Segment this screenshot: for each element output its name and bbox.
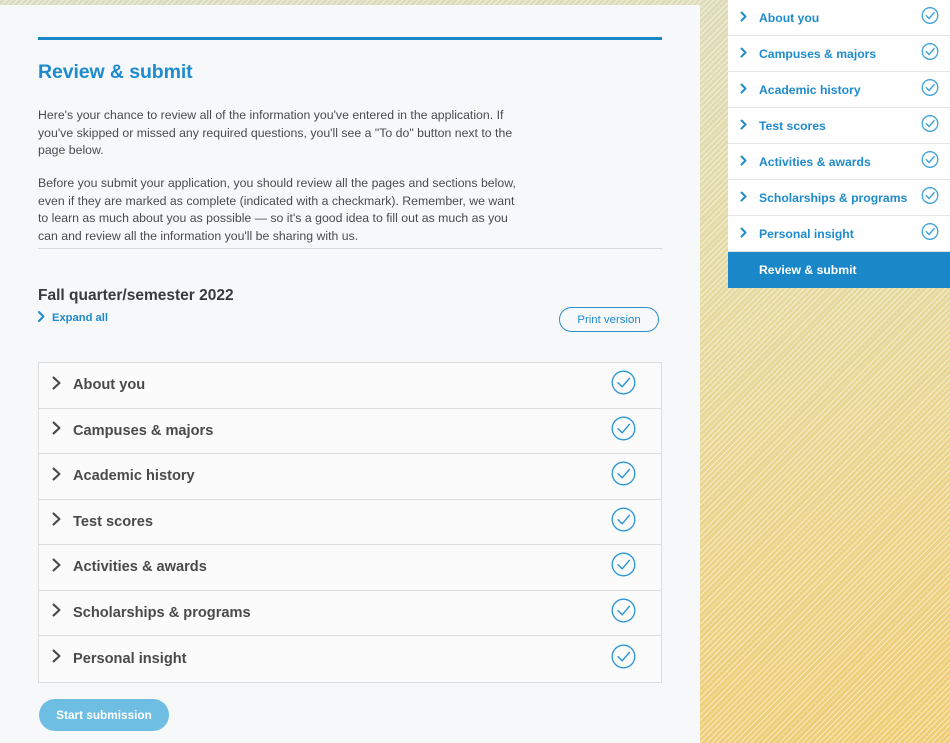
accordion-row-label: Activities & awards <box>73 559 207 576</box>
sidebar-item-label: Personal insight <box>759 226 854 241</box>
sidebar-item-label: Review & submit <box>759 263 857 277</box>
check-circle-icon <box>921 114 939 137</box>
check-circle-icon <box>921 42 939 65</box>
intro-paragraph-2: Before you submit your application, you … <box>38 176 516 243</box>
accordion-row[interactable]: Activities & awards <box>39 545 661 591</box>
start-submission-button[interactable]: Start submission <box>39 699 169 731</box>
sidebar-item-label: Activities & awards <box>759 154 871 169</box>
chevron-right-icon <box>740 81 750 99</box>
accordion-row-label: Campuses & majors <box>73 422 214 439</box>
check-circle-icon <box>611 552 636 582</box>
expand-all-link[interactable]: Expand all <box>38 311 108 325</box>
chevron-right-icon <box>740 9 750 27</box>
sidebar-item-label: About you <box>759 10 820 25</box>
check-circle-icon <box>921 150 939 173</box>
sidebar-item-label: Scholarships & programs <box>759 190 908 205</box>
sidebar-item-scholarships-programs[interactable]: Scholarships & programs <box>728 180 950 216</box>
term-heading: Fall quarter/semester 2022 <box>38 286 234 304</box>
chevron-right-icon <box>740 225 750 243</box>
check-circle-icon <box>921 78 939 101</box>
accordion-row-label: Academic history <box>73 468 195 485</box>
sidebar-item-campuses-majors[interactable]: Campuses & majors <box>728 36 950 72</box>
review-accordion: About you Campuses & majors Academic histo… <box>38 362 662 683</box>
section-nav-sidebar: About you Campuses & majors Academic histo… <box>728 0 950 288</box>
accordion-row[interactable]: Personal insight <box>39 636 661 682</box>
chevron-right-icon <box>52 558 66 577</box>
sidebar-item-about-you[interactable]: About you <box>728 0 950 36</box>
check-circle-icon <box>921 222 939 245</box>
accordion-row[interactable]: Test scores <box>39 499 661 545</box>
chevron-right-icon <box>740 189 750 207</box>
sidebar-item-test-scores[interactable]: Test scores <box>728 108 950 144</box>
accordion-row[interactable]: About you <box>39 363 661 409</box>
title-top-rule <box>38 37 662 40</box>
sidebar-item-academic-history[interactable]: Academic history <box>728 72 950 108</box>
check-circle-icon <box>611 370 636 400</box>
chevron-right-icon <box>740 117 750 135</box>
accordion-row[interactable]: Campuses & majors <box>39 408 661 454</box>
chevron-right-icon <box>52 467 66 486</box>
accordion-row[interactable]: Academic history <box>39 454 661 500</box>
check-circle-icon <box>611 644 636 674</box>
chevron-right-icon <box>52 649 66 668</box>
sidebar-item-activities-awards[interactable]: Activities & awards <box>728 144 950 180</box>
chevron-right-icon <box>38 311 45 325</box>
check-circle-icon <box>611 507 636 537</box>
chevron-right-icon <box>52 512 66 531</box>
chevron-right-icon <box>52 603 66 622</box>
check-circle-icon <box>611 416 636 446</box>
intro-paragraph-1: Here's your chance to review all of the … <box>38 108 513 158</box>
expand-all-label: Expand all <box>52 312 108 324</box>
accordion-row-label: Personal insight <box>73 650 187 667</box>
sidebar-item-label: Academic history <box>759 82 861 97</box>
section-divider <box>38 248 662 249</box>
accordion-row-label: Scholarships & programs <box>73 604 251 621</box>
main-content-panel: Review & submit Here's your chance to re… <box>0 5 700 743</box>
print-version-button[interactable]: Print version <box>559 307 659 332</box>
sidebar-item-personal-insight[interactable]: Personal insight <box>728 216 950 252</box>
sidebar-item-label: Test scores <box>759 118 826 133</box>
accordion-row-label: Test scores <box>73 513 154 530</box>
check-circle-icon <box>611 461 636 491</box>
check-circle-icon <box>921 186 939 209</box>
chevron-right-icon <box>52 376 66 395</box>
check-circle-icon <box>921 6 939 29</box>
sidebar-item-review-submit[interactable]: Review & submit <box>728 252 950 288</box>
sidebar-item-label: Campuses & majors <box>759 46 877 61</box>
chevron-right-icon <box>740 45 750 63</box>
chevron-right-icon <box>52 421 66 440</box>
chevron-right-icon <box>740 153 750 171</box>
page-title: Review & submit <box>38 61 193 84</box>
application-page: Review & submit Here's your chance to re… <box>0 0 950 743</box>
accordion-row-label: About you <box>73 377 146 394</box>
check-circle-icon <box>611 598 636 628</box>
accordion-row[interactable]: Scholarships & programs <box>39 590 661 636</box>
